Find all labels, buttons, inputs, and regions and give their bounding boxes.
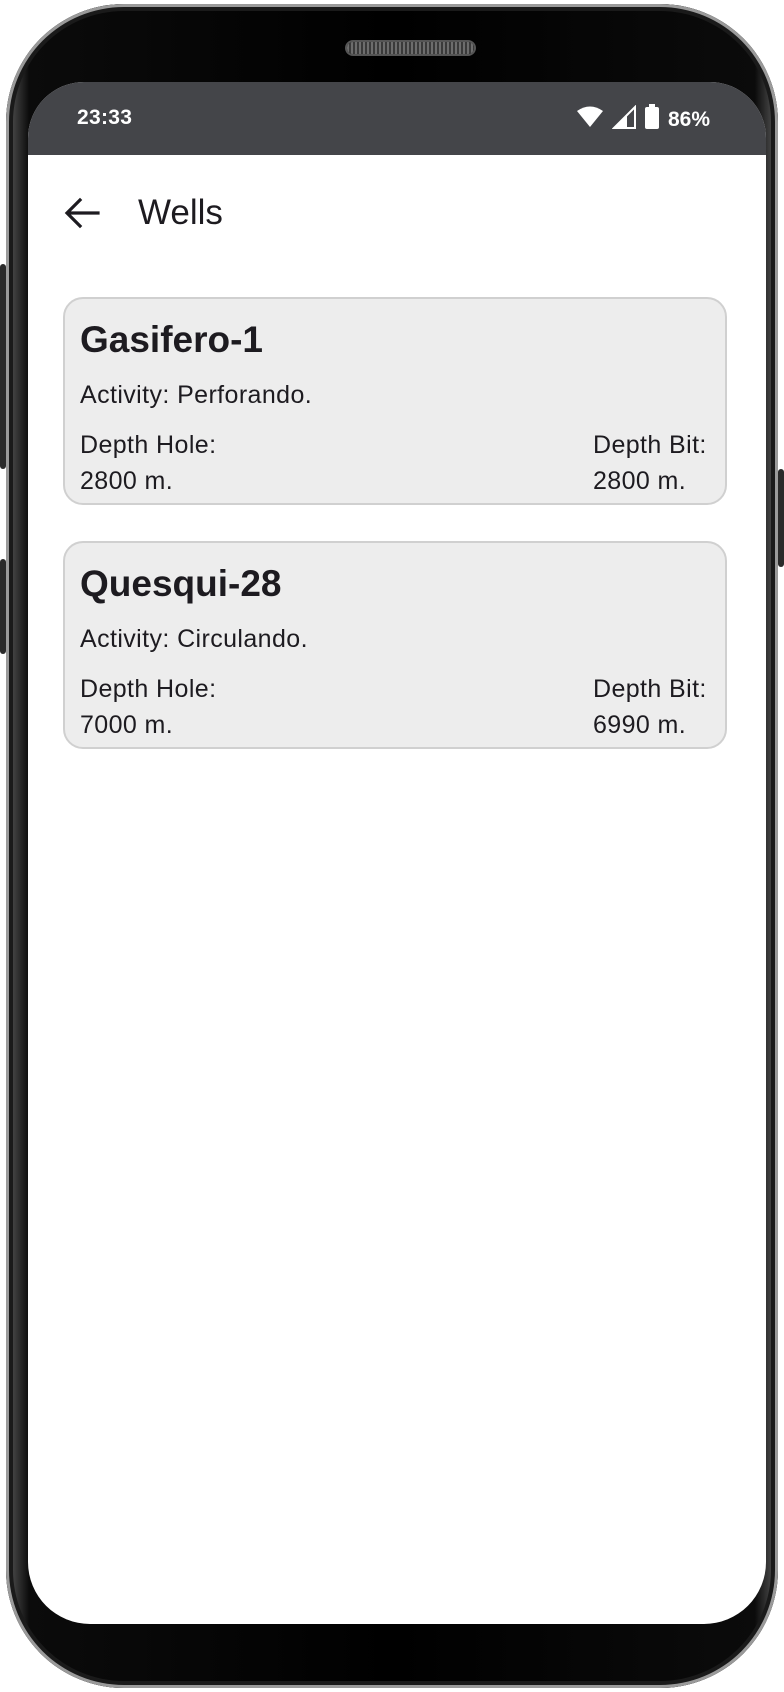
depth-bit-label: Depth Bit: [593,431,707,459]
well-activity: Activity: Perforando. [80,381,313,409]
well-card-quesqui-28[interactable]: Quesqui-28 Activity: Circulando. Depth H… [63,541,727,749]
depth-bit-label: Depth Bit: [593,675,707,703]
signal-icon [611,104,636,134]
depth-bit-value: 2800 m. [593,467,687,495]
well-name: Quesqui-28 [80,563,282,604]
depth-hole: Depth Hole: 2800 m. [80,427,216,499]
status-time: 23:33 [77,106,133,129]
page-title: Wells [138,193,223,232]
depth-hole: Depth Hole: 7000 m. [80,671,216,743]
depth-hole-value: 2800 m. [80,467,174,495]
status-bar: 23:33 86% [28,82,766,155]
back-button[interactable] [58,191,106,239]
battery-percentage: 86% [667,107,710,131]
phone-frame: 23:33 86% Wells Gasifero-1 Activity: Per… [0,4,784,1688]
power-button [778,469,784,567]
battery-icon [644,104,660,135]
depth-hole-value: 7000 m. [80,711,174,739]
screen: 23:33 86% Wells Gasifero-1 Activity: Per… [28,82,766,1624]
arrow-back-icon [64,197,100,234]
volume-up-button [0,264,6,469]
top-app-bar: Wells [28,155,766,285]
well-activity: Activity: Circulando. [80,625,308,653]
depth-bit: Depth Bit: 6990 m. [593,671,707,743]
well-card-gasifero-1[interactable]: Gasifero-1 Activity: Perforando. Depth H… [63,297,727,505]
status-icons: 86% [576,104,710,135]
depth-hole-label: Depth Hole: [80,431,217,459]
volume-down-button [0,559,6,654]
depth-bit: Depth Bit: 2800 m. [593,427,707,499]
depth-hole-label: Depth Hole: [80,675,217,703]
well-name: Gasifero-1 [80,319,264,360]
depth-bit-value: 6990 m. [593,711,687,739]
earpiece-speaker [347,42,474,54]
wifi-icon [576,105,604,134]
